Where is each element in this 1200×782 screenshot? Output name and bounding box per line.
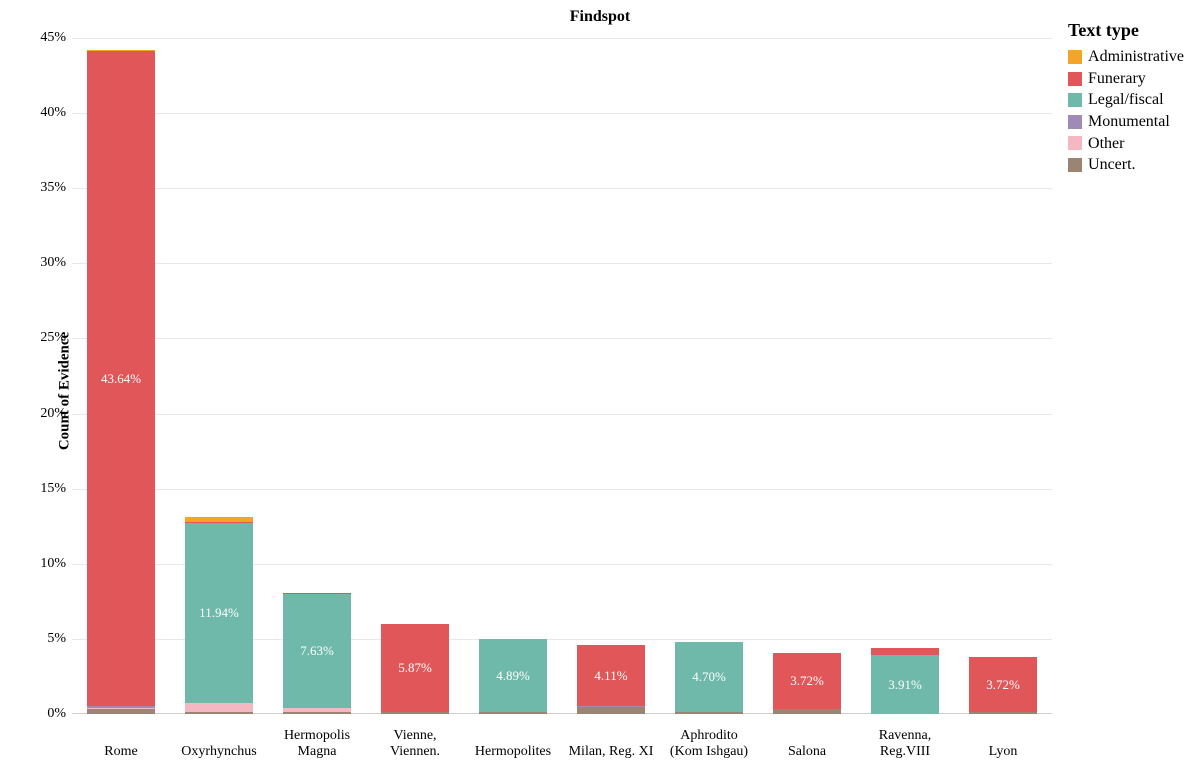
- bar-data-label: 43.64%: [87, 371, 156, 387]
- legend-swatch: [1068, 136, 1082, 150]
- bar: 3.72%: [773, 38, 842, 714]
- y-tick-label: 20%: [22, 406, 66, 422]
- bar-segment: [283, 708, 352, 713]
- bar-segment: [479, 712, 548, 714]
- bar-segment: [87, 50, 156, 51]
- bar-segment: [283, 593, 352, 594]
- legend-item: Monumental: [1068, 111, 1184, 133]
- x-tick-label: Lyon: [954, 744, 1052, 760]
- y-tick-label: 25%: [22, 330, 66, 346]
- legend-item: Funerary: [1068, 68, 1184, 90]
- x-tick-label: Milan, Reg. XI: [562, 744, 660, 760]
- bar-data-label: 7.63%: [283, 643, 352, 659]
- legend-item: Administrative: [1068, 46, 1184, 68]
- x-tick-label: Hermopolites: [464, 744, 562, 760]
- bar: 4.70%: [675, 38, 744, 714]
- bar-data-label: 4.11%: [577, 668, 646, 684]
- x-tick-label: Oxyrhynchus: [170, 744, 268, 760]
- bar: 7.63%: [283, 38, 352, 714]
- bar-data-label: 11.94%: [185, 605, 254, 621]
- legend-label: Administrative: [1088, 46, 1184, 68]
- bar-data-label: 3.91%: [871, 677, 940, 693]
- y-tick-label: 30%: [22, 255, 66, 271]
- bar-segment: [577, 707, 646, 714]
- bar-segment: [283, 712, 352, 714]
- bar-segment: [577, 706, 646, 707]
- legend-swatch: [1068, 93, 1082, 107]
- legend-item: Legal/fiscal: [1068, 89, 1184, 111]
- y-tick-label: 45%: [22, 30, 66, 46]
- y-tick-label: 35%: [22, 180, 66, 196]
- bar: 3.91%: [871, 38, 940, 714]
- chart-title: Findspot: [0, 8, 1200, 26]
- bar-segment: [87, 706, 156, 708]
- y-tick-label: 10%: [22, 556, 66, 572]
- plot-area: 0%5%10%15%20%25%30%35%40%45%43.64%Rome11…: [72, 38, 1052, 714]
- bar-data-label: 5.87%: [381, 660, 450, 676]
- legend-title: Text type: [1068, 18, 1184, 42]
- bar-segment: [87, 709, 156, 714]
- legend: Text type AdministrativeFuneraryLegal/fi…: [1068, 18, 1184, 176]
- bar-data-label: 4.70%: [675, 669, 744, 685]
- bar: 5.87%: [381, 38, 450, 714]
- chart-root: Findspot Text type AdministrativeFunerar…: [0, 0, 1200, 782]
- bar-segment: [675, 712, 744, 714]
- y-tick-label: 0%: [22, 706, 66, 722]
- bar: 43.64%: [87, 38, 156, 714]
- bar: 3.72%: [969, 38, 1038, 714]
- bar-data-label: 3.72%: [969, 677, 1038, 693]
- y-tick-label: 5%: [22, 631, 66, 647]
- bar-segment: [773, 709, 842, 714]
- legend-label: Uncert.: [1088, 154, 1136, 176]
- legend-swatch: [1068, 115, 1082, 129]
- x-tick-label: Salona: [758, 744, 856, 760]
- y-tick-label: 15%: [22, 481, 66, 497]
- bar: 4.11%: [577, 38, 646, 714]
- x-tick-label: Vienne,Viennen.: [366, 728, 464, 760]
- legend-item: Uncert.: [1068, 154, 1184, 176]
- x-tick-label: Aphrodito(Kom Ishgau): [660, 728, 758, 760]
- legend-swatch: [1068, 50, 1082, 64]
- bar-segment: [185, 522, 254, 524]
- bar-segment: [185, 712, 254, 714]
- x-tick-label: Rome: [72, 744, 170, 760]
- legend-swatch: [1068, 158, 1082, 172]
- bar: 11.94%: [185, 38, 254, 714]
- bar-segment: [185, 517, 254, 522]
- bar-segment: [87, 708, 156, 709]
- legend-label: Legal/fiscal: [1088, 89, 1164, 111]
- y-tick-label: 40%: [22, 105, 66, 121]
- bar-data-label: 3.72%: [773, 673, 842, 689]
- legend-swatch: [1068, 72, 1082, 86]
- bar: 4.89%: [479, 38, 548, 714]
- bar-segment: [969, 712, 1038, 714]
- legend-item: Other: [1068, 133, 1184, 155]
- legend-label: Monumental: [1088, 111, 1170, 133]
- bar-data-label: 4.89%: [479, 668, 548, 684]
- legend-label: Other: [1088, 133, 1124, 155]
- bar-segment: [381, 712, 450, 714]
- bar-segment: [871, 648, 940, 656]
- bar-segment: [185, 703, 254, 712]
- x-tick-label: HermopolisMagna: [268, 728, 366, 760]
- x-tick-label: Ravenna,Reg.VIII: [856, 728, 954, 760]
- legend-label: Funerary: [1088, 68, 1146, 90]
